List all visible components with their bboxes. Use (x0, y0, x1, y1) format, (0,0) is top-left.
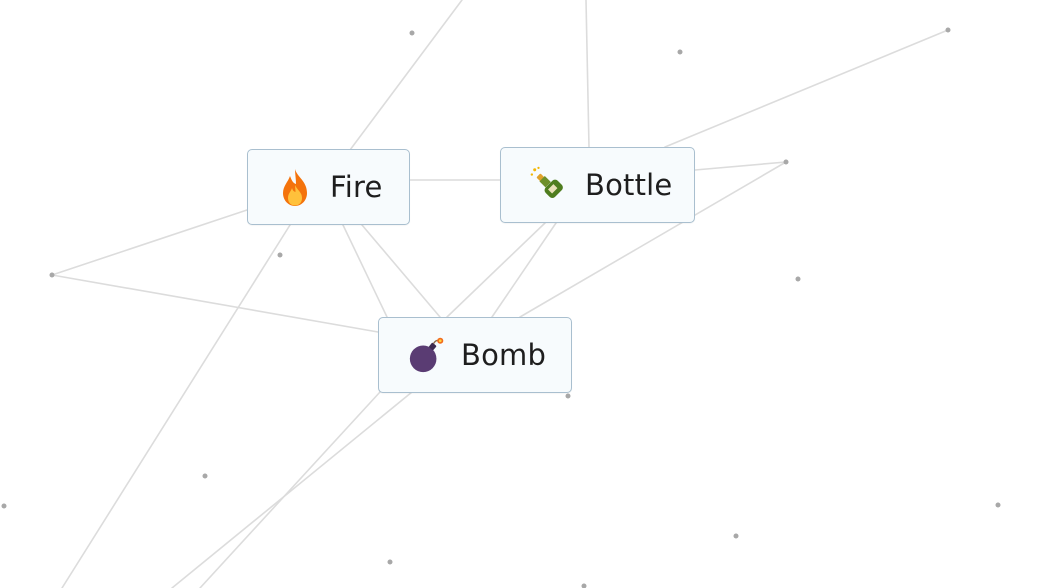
connection-line (51, 209, 248, 276)
connection-line (361, 224, 441, 318)
element-label: Bottle (585, 168, 673, 202)
connection-line (491, 222, 557, 318)
bomb-icon (407, 335, 445, 375)
canvas-dot (995, 502, 1001, 508)
canvas-dot (565, 393, 571, 399)
connection-line (446, 222, 546, 318)
connection-line (199, 391, 381, 588)
canvas-dot (409, 30, 415, 36)
canvas-dot (277, 252, 283, 258)
canvas-dot (202, 473, 208, 479)
element-label: Bomb (461, 338, 547, 372)
crafting-canvas[interactable]: Fire Bottle Bomb (0, 0, 1045, 588)
connection-line (61, 224, 291, 588)
bottle-icon (529, 165, 567, 205)
element-tile-bottle[interactable]: Bottle (500, 147, 695, 223)
canvas-dot (945, 27, 951, 33)
connection-line (664, 29, 949, 148)
canvas-dot (49, 272, 55, 278)
connection-line (51, 274, 379, 333)
canvas-dot (581, 583, 587, 588)
connection-line (342, 224, 388, 318)
element-tile-bomb[interactable]: Bomb (378, 317, 572, 393)
canvas-dot (783, 159, 789, 165)
element-tile-fire[interactable]: Fire (247, 149, 410, 225)
canvas-dot (387, 559, 393, 565)
connection-line (171, 391, 413, 588)
fire-icon (276, 167, 314, 207)
canvas-dot (795, 276, 801, 282)
connection-lines (1, 0, 1001, 588)
connection-line (694, 161, 787, 171)
connection-line (349, 0, 463, 151)
canvas-dot (677, 49, 683, 55)
element-label: Fire (330, 170, 383, 204)
connection-line (585, 0, 590, 148)
canvas-dot (1, 503, 7, 509)
canvas-dot (733, 533, 739, 539)
